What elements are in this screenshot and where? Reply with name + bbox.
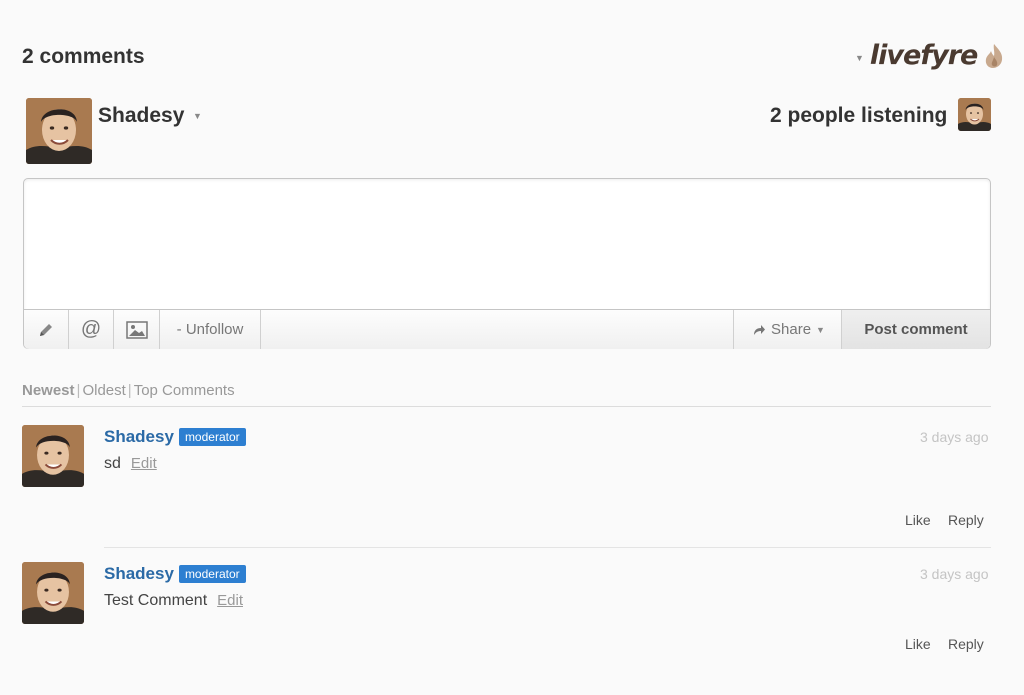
chevron-down-icon: ▼ [816, 324, 825, 335]
comment-author[interactable]: Shadesy [104, 427, 174, 447]
comment-body: Test Comment [104, 592, 208, 609]
face-icon [958, 98, 991, 131]
share-icon [754, 324, 766, 335]
format-button[interactable] [24, 310, 69, 349]
share-button[interactable]: Share ▼ [733, 310, 841, 349]
unfollow-button[interactable]: - Unfollow [160, 310, 261, 349]
at-icon: @ [80, 318, 102, 340]
comment-body-row: sd Edit [104, 455, 157, 473]
comment-editor: @ - Unfollow Share ▼ Post comment [23, 178, 991, 349]
comment-avatar[interactable] [22, 562, 84, 624]
pencil-icon [40, 323, 52, 336]
editor-toolbar: @ - Unfollow Share ▼ Post comment [24, 309, 990, 349]
comment-body-row: Test Comment Edit [104, 592, 243, 610]
sort-options: Newest | Oldest | Top Comments [22, 382, 235, 399]
like-button[interactable]: Like [905, 636, 931, 652]
comment-author[interactable]: Shadesy [104, 564, 174, 584]
sort-newest[interactable]: Newest [22, 382, 75, 399]
comment-avatar[interactable] [22, 425, 84, 487]
comment-body: sd [104, 455, 121, 472]
edit-link[interactable]: Edit [131, 455, 157, 472]
moderator-badge: moderator [178, 428, 246, 446]
edit-link[interactable]: Edit [217, 592, 243, 609]
sort-top-comments[interactable]: Top Comments [134, 382, 235, 399]
comment-input[interactable] [24, 179, 990, 308]
image-button[interactable] [114, 310, 160, 349]
image-icon [125, 320, 148, 339]
comment-header: Shadesy moderator [104, 564, 246, 584]
post-comment-button[interactable]: Post comment [841, 310, 990, 349]
livefyre-brand[interactable]: ▼ livefyre [855, 40, 1005, 71]
reply-button[interactable]: Reply [948, 636, 984, 652]
user-avatar[interactable] [26, 98, 92, 164]
chevron-down-icon[interactable]: ▼ [855, 53, 864, 63]
face-icon [22, 425, 84, 487]
divider [22, 406, 991, 407]
chevron-down-icon[interactable]: ▼ [193, 111, 202, 121]
listening-count: 2 people listening [770, 104, 948, 127]
comment-timestamp[interactable]: 3 days ago [920, 429, 989, 445]
face-icon [22, 562, 84, 624]
comment-timestamp[interactable]: 3 days ago [920, 566, 989, 582]
listener-avatar[interactable] [958, 98, 991, 131]
comment-count-title: 2 comments [22, 45, 145, 68]
flame-icon [986, 43, 1003, 68]
livefyre-logo: livefyre [869, 40, 978, 71]
user-name[interactable]: Shadesy [98, 104, 184, 128]
reply-button[interactable]: Reply [948, 512, 984, 528]
comment-header: Shadesy moderator [104, 427, 246, 447]
like-button[interactable]: Like [905, 512, 931, 528]
share-label: Share [771, 321, 812, 338]
sort-separator: | [127, 382, 132, 399]
sort-oldest[interactable]: Oldest [82, 382, 125, 399]
sort-separator: | [76, 382, 81, 399]
mention-button[interactable]: @ [69, 310, 114, 349]
comment-divider [104, 547, 991, 548]
face-icon [26, 98, 92, 164]
moderator-badge: moderator [178, 565, 246, 583]
